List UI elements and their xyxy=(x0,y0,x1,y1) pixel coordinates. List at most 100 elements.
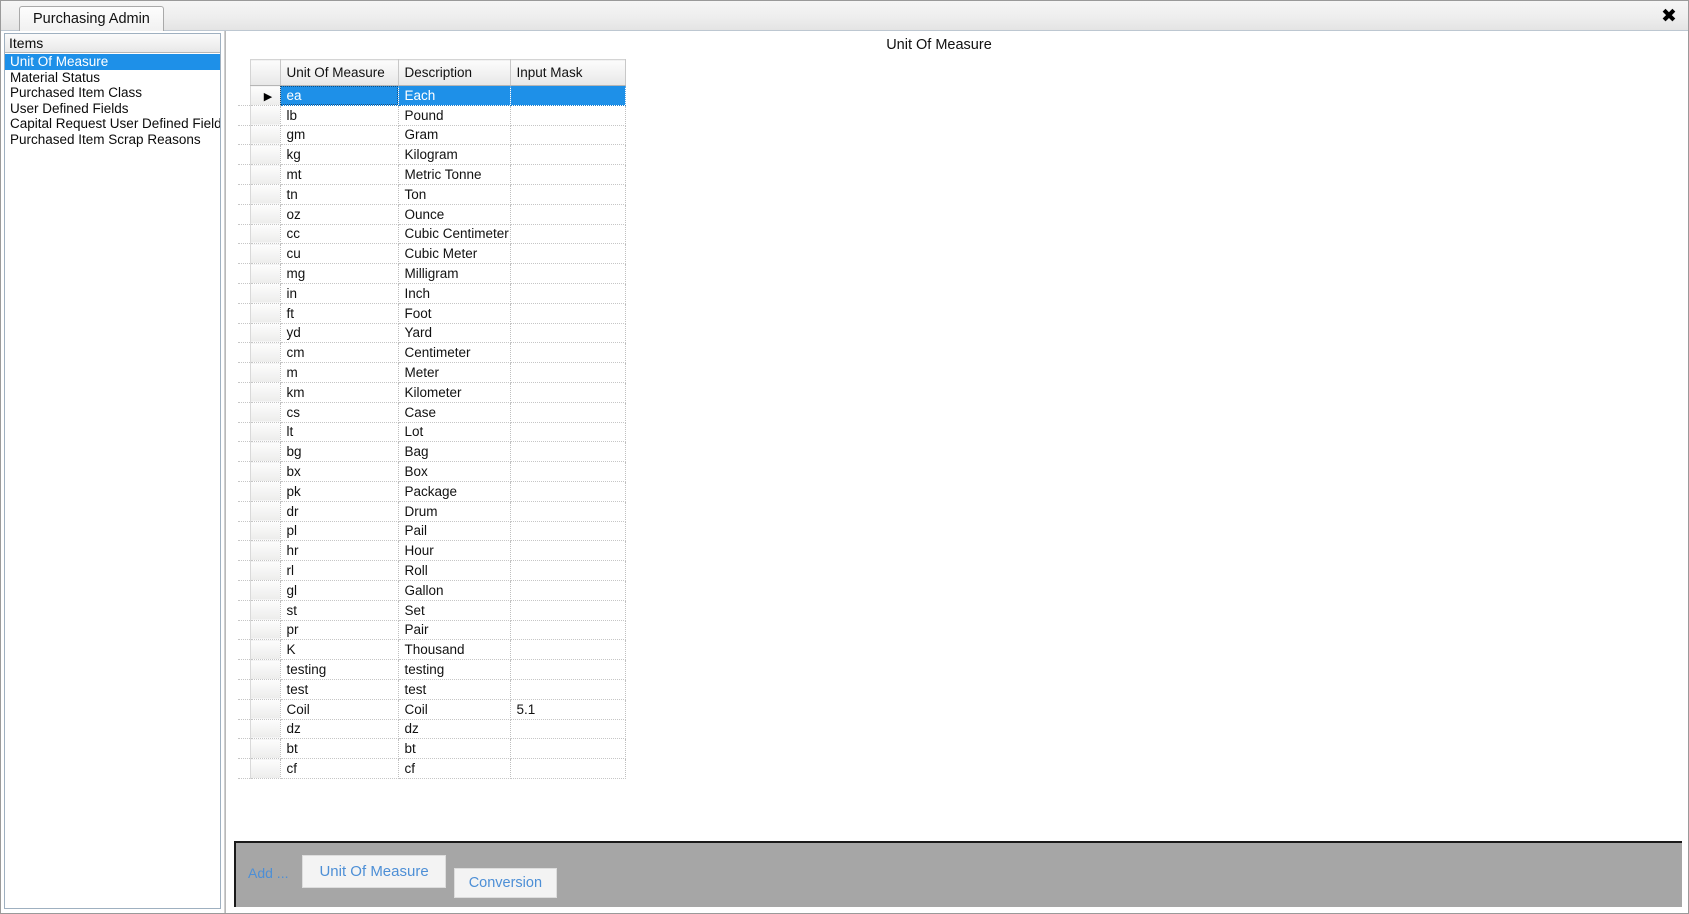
cell-input-mask[interactable] xyxy=(510,560,626,581)
row-selector-cell[interactable] xyxy=(249,580,281,601)
cell-input-mask[interactable] xyxy=(510,303,626,324)
cell-input-mask[interactable]: 5.1 xyxy=(510,699,626,720)
cell-description[interactable]: Case xyxy=(398,402,511,423)
cell-input-mask[interactable] xyxy=(510,639,626,661)
cell-unit-of-measure[interactable]: cm xyxy=(280,342,399,364)
cell-unit-of-measure[interactable]: st xyxy=(280,600,399,621)
table-row[interactable]: lb Pound xyxy=(238,105,626,126)
cell-unit-of-measure[interactable]: test xyxy=(280,679,399,700)
cell-input-mask[interactable] xyxy=(510,402,626,423)
cell-unit-of-measure[interactable]: gl xyxy=(280,580,399,601)
table-row[interactable]: rl Roll xyxy=(238,560,626,581)
table-row[interactable]: pl Pail xyxy=(238,521,626,542)
table-row[interactable]: testing testing xyxy=(238,659,626,680)
sidebar-item-capital-request-user-defined-fields[interactable]: Capital Request User Defined Fields xyxy=(5,116,220,132)
table-row[interactable]: pr Pair xyxy=(238,620,626,641)
table-row[interactable]: hr Hour xyxy=(238,540,626,562)
cell-description[interactable]: Yard xyxy=(398,323,511,344)
cell-unit-of-measure[interactable]: yd xyxy=(280,323,399,344)
cell-unit-of-measure[interactable]: pk xyxy=(280,481,399,502)
cell-description[interactable]: Gallon xyxy=(398,580,511,601)
cell-description[interactable]: Coil xyxy=(398,699,511,720)
tab-purchasing-admin[interactable]: Purchasing Admin xyxy=(19,6,164,31)
row-selector-cell[interactable] xyxy=(249,422,281,443)
table-row[interactable]: K Thousand xyxy=(238,639,626,661)
table-row[interactable]: m Meter xyxy=(238,362,626,383)
cell-description[interactable]: Each xyxy=(398,85,511,106)
row-selector-cell[interactable] xyxy=(249,758,281,779)
cell-description[interactable]: Gram xyxy=(398,125,511,146)
cell-input-mask[interactable] xyxy=(510,521,626,542)
table-row[interactable]: ft Foot xyxy=(238,303,626,324)
row-selector-cell[interactable] xyxy=(249,461,281,482)
row-selector-cell[interactable] xyxy=(249,560,281,581)
cell-description[interactable]: Centimeter xyxy=(398,342,511,364)
cell-description[interactable]: Roll xyxy=(398,560,511,581)
table-row[interactable]: tn Ton xyxy=(238,184,626,205)
cell-input-mask[interactable] xyxy=(510,125,626,146)
row-selector-cell[interactable] xyxy=(249,323,281,344)
cell-unit-of-measure[interactable]: mg xyxy=(280,263,399,284)
table-row[interactable]: Coil Coil 5.1 xyxy=(238,699,626,720)
cell-description[interactable]: Ounce xyxy=(398,204,511,225)
row-selector-cell[interactable] xyxy=(249,659,281,680)
cell-unit-of-measure[interactable]: cu xyxy=(280,243,399,265)
table-row[interactable]: yd Yard xyxy=(238,323,626,344)
row-selector-cell[interactable]: ▶ xyxy=(249,85,281,106)
row-selector-cell[interactable] xyxy=(249,224,281,245)
cell-unit-of-measure[interactable]: cc xyxy=(280,224,399,245)
cell-unit-of-measure[interactable]: bx xyxy=(280,461,399,482)
row-selector-cell[interactable] xyxy=(249,144,281,166)
sidebar-item-user-defined-fields[interactable]: User Defined Fields xyxy=(5,101,220,117)
row-selector-cell[interactable] xyxy=(249,719,281,740)
cell-unit-of-measure[interactable]: dr xyxy=(280,501,399,522)
row-selector-cell[interactable] xyxy=(249,125,281,146)
table-row[interactable]: cm Centimeter xyxy=(238,342,626,364)
row-selector-cell[interactable] xyxy=(249,699,281,720)
row-selector-cell[interactable] xyxy=(249,540,281,562)
sidebar-item-purchased-item-class[interactable]: Purchased Item Class xyxy=(5,85,220,101)
cell-input-mask[interactable] xyxy=(510,600,626,621)
table-row[interactable]: ▶ ea Each xyxy=(238,85,626,106)
cell-description[interactable]: Bag xyxy=(398,441,511,463)
cell-input-mask[interactable] xyxy=(510,362,626,383)
table-row[interactable]: bg Bag xyxy=(238,441,626,463)
cell-unit-of-measure[interactable]: lb xyxy=(280,105,399,126)
cell-unit-of-measure[interactable]: bg xyxy=(280,441,399,463)
cell-description[interactable]: Inch xyxy=(398,283,511,304)
cell-description[interactable]: test xyxy=(398,679,511,700)
cell-unit-of-measure[interactable]: tn xyxy=(280,184,399,205)
row-selector-cell[interactable] xyxy=(249,342,281,364)
table-row[interactable]: km Kilometer xyxy=(238,382,626,403)
row-selector-cell[interactable] xyxy=(249,204,281,225)
cell-unit-of-measure[interactable]: lt xyxy=(280,422,399,443)
cell-unit-of-measure[interactable]: testing xyxy=(280,659,399,680)
cell-description[interactable]: testing xyxy=(398,659,511,680)
cell-input-mask[interactable] xyxy=(510,481,626,502)
cell-description[interactable]: Kilogram xyxy=(398,144,511,166)
row-selector-cell[interactable] xyxy=(249,600,281,621)
cell-input-mask[interactable] xyxy=(510,144,626,166)
sidebar-item-material-status[interactable]: Material Status xyxy=(5,70,220,86)
cell-description[interactable]: Thousand xyxy=(398,639,511,661)
cell-input-mask[interactable] xyxy=(510,164,626,185)
table-row[interactable]: st Set xyxy=(238,600,626,621)
cell-unit-of-measure[interactable]: oz xyxy=(280,204,399,225)
table-row[interactable]: pk Package xyxy=(238,481,626,502)
cell-input-mask[interactable] xyxy=(510,679,626,700)
cell-input-mask[interactable] xyxy=(510,422,626,443)
cell-input-mask[interactable] xyxy=(510,758,626,779)
cell-input-mask[interactable] xyxy=(510,540,626,562)
cell-description[interactable]: Cubic Meter xyxy=(398,243,511,265)
cell-input-mask[interactable] xyxy=(510,323,626,344)
table-row[interactable]: mg Milligram xyxy=(238,263,626,284)
table-row[interactable]: mt Metric Tonne xyxy=(238,164,626,185)
row-selector-cell[interactable] xyxy=(249,184,281,205)
row-selector-cell[interactable] xyxy=(249,303,281,324)
cell-input-mask[interactable] xyxy=(510,184,626,205)
cell-description[interactable]: Kilometer xyxy=(398,382,511,403)
cell-description[interactable]: bt xyxy=(398,738,511,760)
cell-input-mask[interactable] xyxy=(510,441,626,463)
table-row[interactable]: cc Cubic Centimeter xyxy=(238,224,626,245)
cell-unit-of-measure[interactable]: ft xyxy=(280,303,399,324)
